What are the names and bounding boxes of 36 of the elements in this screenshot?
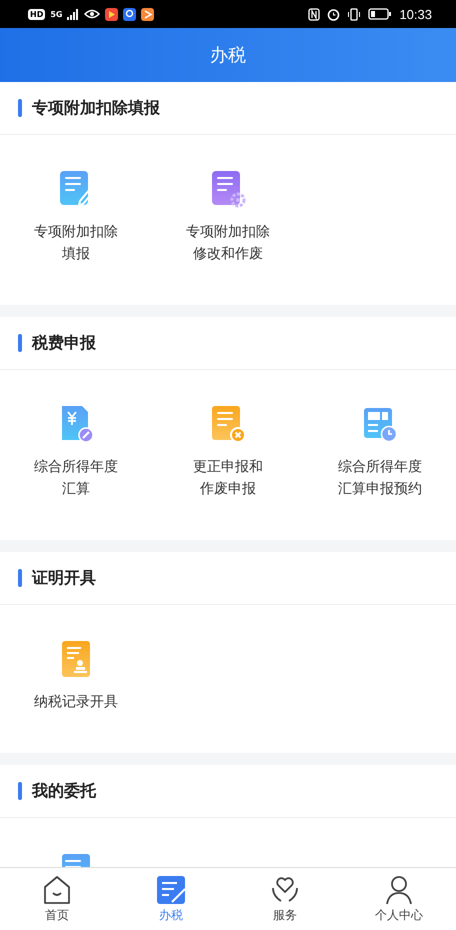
- document-pencil-icon: [156, 874, 186, 906]
- home-icon: [42, 874, 72, 906]
- vibrate-icon: [347, 8, 362, 20]
- battery-icon: [368, 8, 392, 20]
- service-label[interactable]: 专项附加扣除 填报: [34, 221, 118, 265]
- app-icon: [105, 8, 118, 20]
- app-icon: [123, 8, 136, 20]
- network-type-label: 5G: [50, 10, 62, 18]
- nav-tab[interactable]: 个人中心: [342, 868, 456, 930]
- nav-tab[interactable]: 服务: [228, 868, 342, 930]
- document-x-icon: [210, 404, 246, 444]
- clock-time: 10:33: [399, 6, 432, 22]
- nav-tab[interactable]: 办税: [114, 868, 228, 930]
- person-icon: [384, 874, 414, 906]
- section-title: 专项附加扣除填报: [32, 98, 160, 118]
- document-gear-icon: [210, 169, 246, 209]
- accent-bar: [18, 569, 22, 587]
- section-title: 税费申报: [32, 332, 96, 354]
- nav-tab[interactable]: 首页: [0, 868, 114, 930]
- section-title: 我的委托: [32, 780, 96, 802]
- service-label[interactable]: 专项附加扣除 修改和作废: [186, 221, 270, 265]
- accent-bar: [18, 99, 22, 117]
- alarm-icon: [327, 8, 340, 20]
- hd-badge: HD: [28, 8, 46, 20]
- accent-bar: [18, 334, 22, 352]
- page-title: 办税: [210, 44, 246, 67]
- signal-icon: [67, 8, 80, 20]
- app-icon: [141, 8, 154, 20]
- eye-icon: [84, 9, 100, 19]
- accent-bar: [18, 782, 22, 800]
- nfc-icon: [308, 8, 320, 20]
- section-title: 证明开具: [32, 568, 96, 588]
- service-label[interactable]: 纳税记录开具: [34, 691, 118, 713]
- service-label[interactable]: 综合所得年度 汇算申报预约: [338, 456, 422, 500]
- service-label[interactable]: 综合所得年度 汇算: [34, 456, 118, 500]
- service-label[interactable]: 更正申报和 作废申报: [193, 456, 263, 500]
